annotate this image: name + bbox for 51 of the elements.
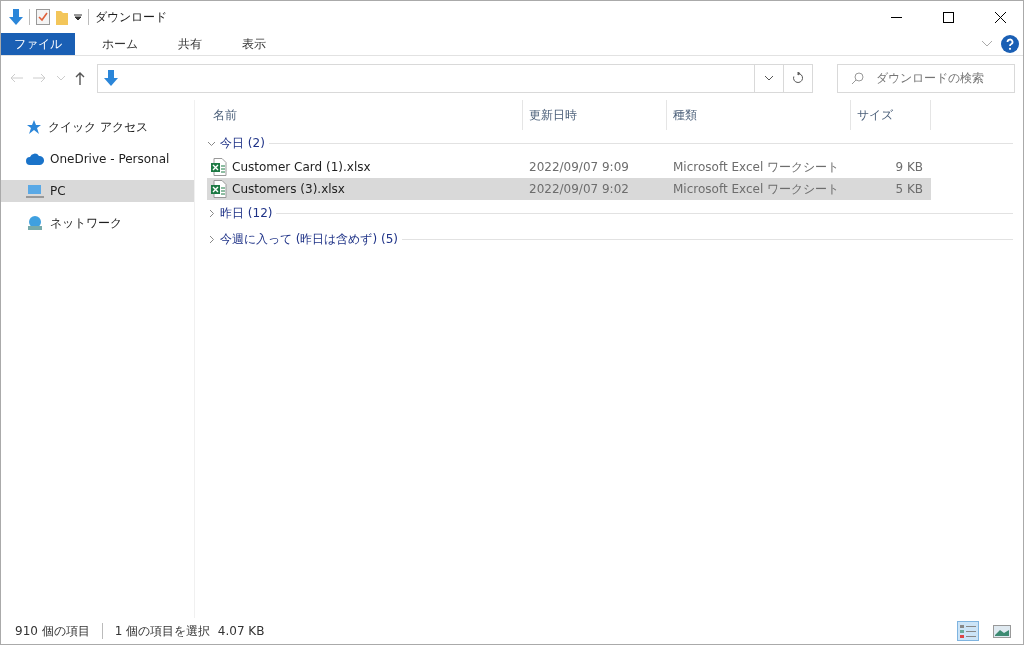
sidebar-item[interactable]: ネットワーク [1,212,194,234]
selection-info: 1 個の項目を選択 4.07 KB [114,622,265,640]
expand-chevron-icon[interactable] [207,208,216,218]
table-cell-text: 2022/09/07 9:02 [528,182,630,196]
download-icon [104,70,118,86]
table-cell-text: 2022/09/07 9:09 [528,160,630,174]
download-icon [9,9,23,25]
table-cell-text: Microsoft Excel ワークシート [672,180,841,198]
sidebar-item[interactable]: クイック アクセス [1,116,194,138]
column-header[interactable]: 種類 [667,100,851,130]
sidebar-item[interactable]: PC [1,180,194,202]
file-name: Customer Card (1).xlsx [232,160,371,174]
chevron-down-icon [764,75,774,81]
ribbon-tab[interactable]: ファイル [1,33,75,55]
details-view-icon [960,624,976,638]
cloud-icon [26,153,44,165]
column-header[interactable]: 名前 [207,100,523,130]
maximize-icon [942,11,954,23]
file-name: Customers (3).xlsx [232,182,345,196]
excel-file-icon [211,180,227,198]
group-header[interactable]: 今週に入って (昨日は含めず) (5) [220,230,398,248]
help-icon[interactable] [1001,35,1019,53]
ribbon-tab[interactable]: 共有 [165,33,215,55]
group-header[interactable]: 今日 (2) [220,134,265,152]
file-row[interactable]: Customer Card (1).xlsx 2022/09/07 9:09 Microsoft Excel ワークシート 9 KB [207,156,931,178]
column-header[interactable]: サイズ [851,100,931,130]
ribbon-tab[interactable]: 表示 [229,33,279,55]
dropdown-icon[interactable] [74,13,82,21]
expand-ribbon-icon[interactable] [981,40,993,48]
close-icon [994,11,1006,23]
window-title: ダウンロード [95,8,168,26]
properties-icon[interactable] [36,9,50,25]
refresh-icon [792,72,804,84]
item-count: 910 個の項目 [15,622,90,640]
view-button[interactable] [957,621,979,641]
preview-view-icon [993,624,1011,638]
sidebar-item[interactable]: OneDrive - Personal [1,148,194,170]
column-header[interactable]: 更新日時 [523,100,667,130]
table-cell-text: 5 KB [894,182,923,196]
file-row[interactable]: Customers (3).xlsx 2022/09/07 9:02 Microsoft Excel ワークシート 5 KB [207,178,931,200]
network-icon [26,215,44,231]
table-cell-text: Microsoft Excel ワークシート [672,158,841,176]
search-field[interactable]: ダウンロードの検索 [837,63,1015,93]
up-arrow-icon[interactable] [75,71,85,85]
expand-chevron-icon[interactable] [207,234,216,244]
star-icon [26,119,42,135]
excel-file-icon [211,158,227,176]
computer-icon [26,184,44,198]
group-header[interactable]: 昨日 (12) [220,204,273,222]
table-cell-text: 9 KB [894,160,923,174]
ribbon-tab[interactable]: ホーム [89,33,151,55]
